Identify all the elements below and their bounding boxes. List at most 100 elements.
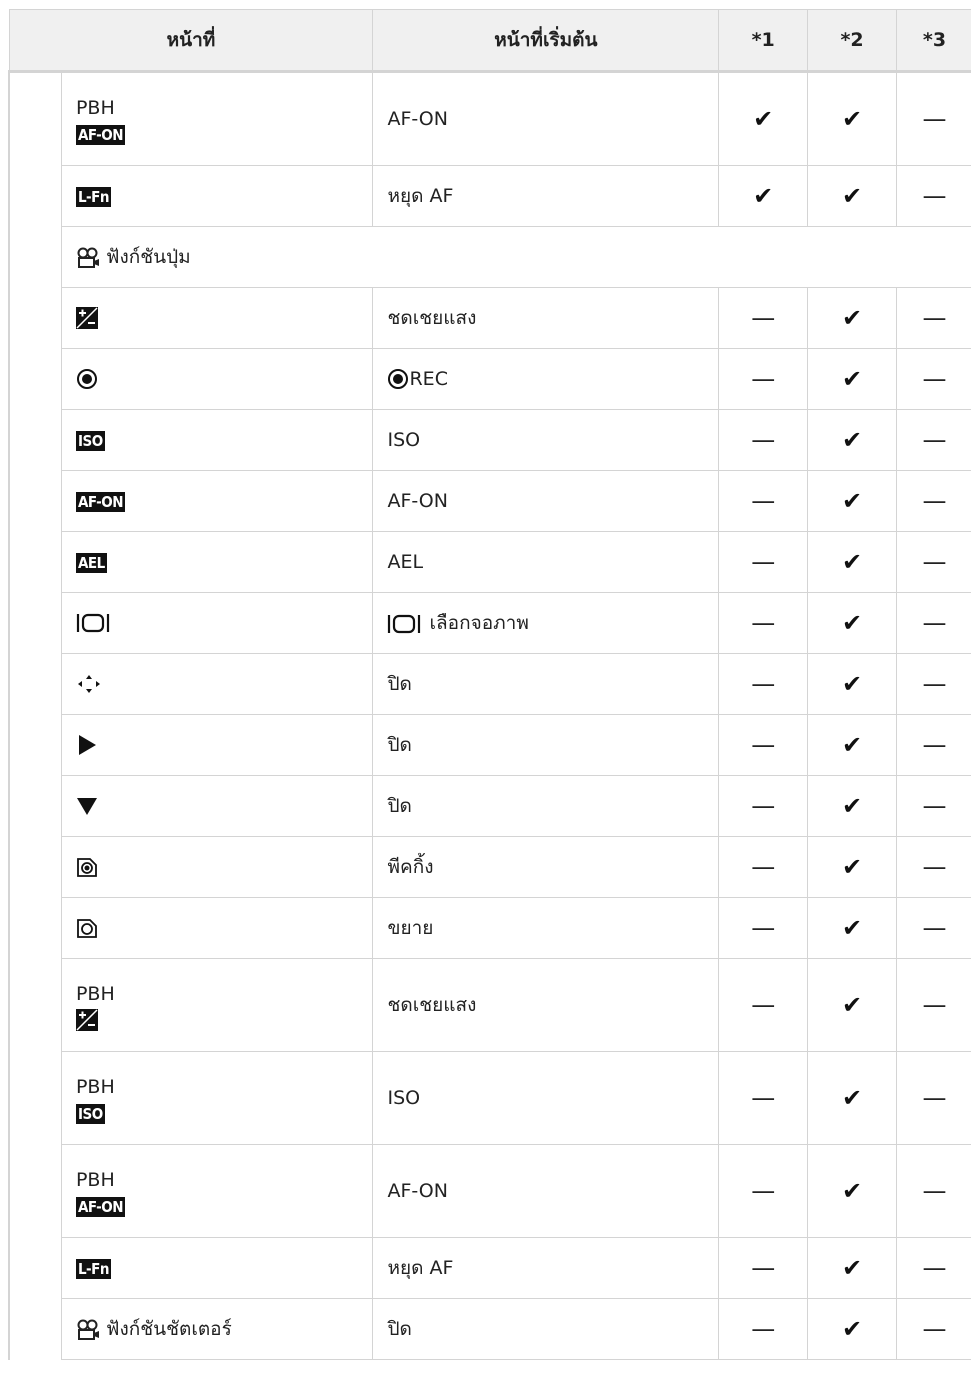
mark-m1: —	[718, 1298, 809, 1360]
default-cell: ชดเชยแสง	[372, 958, 720, 1052]
default-cell: AEL	[372, 531, 720, 593]
mark-m3: —	[895, 409, 971, 471]
mark-m1: —	[718, 592, 809, 654]
mark-m1: —	[718, 653, 809, 715]
magnify-icon	[77, 919, 97, 939]
function-cell: L-Fn	[60, 165, 374, 227]
mark-m1: —	[718, 470, 809, 532]
record-icon	[388, 369, 409, 390]
table-row: ISO ISO — ✔ —	[7, 409, 971, 471]
indent-cell	[7, 1051, 62, 1145]
indent-cell	[7, 836, 62, 898]
mark-m3: —	[895, 165, 971, 227]
indent-cell	[7, 348, 62, 410]
default-cell: ISO	[372, 409, 720, 471]
mark-m2: ✔	[807, 592, 897, 654]
table-row: ปิด — ✔ —	[7, 775, 971, 837]
table-row: PBH ชดเชยแสง — ✔ —	[7, 958, 971, 1052]
table-row: PBH AF-ON AF-ON ✔ ✔ —	[7, 71, 971, 166]
mark-m1: —	[718, 287, 809, 349]
mark-m3: —	[895, 1237, 971, 1299]
function-cell	[60, 836, 374, 898]
mark-m1: ✔	[718, 165, 809, 227]
indent-cell	[7, 226, 62, 288]
movie-icon	[77, 1319, 99, 1340]
mark-m3: —	[895, 714, 971, 776]
mark-m2: ✔	[807, 165, 897, 227]
function-cell	[60, 592, 374, 654]
default-cell: ชดเชยแสง	[372, 287, 720, 349]
indent-cell	[7, 592, 62, 654]
exposure-comp-icon	[75, 1009, 98, 1032]
default-cell: ปิด	[372, 653, 720, 715]
mark-m1: —	[718, 409, 809, 471]
header-m3: *3	[895, 9, 971, 73]
mark-m2: ✔	[807, 531, 897, 593]
indent-cell	[7, 958, 62, 1052]
mark-m3: —	[895, 836, 971, 898]
header-row: หน้าที่ หน้าที่เริ่มต้น *1 *2 *3	[8, 9, 971, 73]
table-row: AF-ON AF-ON — ✔ —	[7, 470, 971, 532]
function-cell	[60, 714, 374, 776]
function-cell: AF-ON	[60, 470, 374, 532]
l-fn-icon: L-Fn	[75, 1258, 111, 1279]
table-row: REC — ✔ —	[7, 348, 971, 410]
header-function: หน้าที่	[8, 9, 374, 73]
mark-m3: —	[895, 592, 971, 654]
table-row: ปิด — ✔ —	[7, 653, 971, 715]
indent-cell	[7, 71, 62, 166]
default-cell: AF-ON	[372, 1144, 720, 1238]
movie-icon	[77, 247, 99, 268]
function-cell: AEL	[60, 531, 374, 593]
mark-m2: ✔	[807, 775, 897, 837]
af-on-icon: AF-ON	[75, 1196, 126, 1217]
function-cell: PBH ISO	[60, 1051, 374, 1145]
indent-cell	[7, 1298, 62, 1360]
section-title: ฟังก์ชันชัตเตอร์	[60, 1298, 374, 1360]
arrow-pad-icon	[77, 675, 100, 694]
function-cell: L-Fn	[60, 1237, 374, 1299]
pbh-label: PBH	[75, 97, 115, 119]
default-label: เลือกจอภาพ	[429, 612, 529, 634]
mark-m2: ✔	[807, 470, 897, 532]
down-arrow-icon	[76, 798, 97, 816]
default-cell: ปิด	[372, 714, 720, 776]
indent-cell	[7, 1237, 62, 1299]
mark-m2: ✔	[807, 1237, 897, 1299]
function-cell: ISO	[60, 409, 374, 471]
default-cell: ปิด	[372, 775, 720, 837]
pbh-label: PBH	[75, 982, 115, 1005]
table-row: AEL AEL — ✔ —	[7, 531, 971, 593]
mark-m1: ✔	[718, 71, 809, 166]
iso-icon: ISO	[75, 1103, 105, 1124]
mark-m3: —	[895, 470, 971, 532]
table-row: L-Fn หยุด AF ✔ ✔ —	[7, 165, 971, 227]
header-default: หน้าที่เริ่มต้น	[372, 9, 720, 73]
mark-m3: —	[895, 958, 971, 1052]
iso-icon: ISO	[75, 430, 105, 451]
mark-m3: —	[895, 653, 971, 715]
mark-m2: ✔	[807, 1051, 897, 1145]
default-cell: AF-ON	[372, 71, 720, 166]
function-cell	[60, 348, 374, 410]
section-label: ฟังก์ชันชัตเตอร์	[106, 1318, 232, 1340]
right-arrow-icon	[78, 735, 96, 756]
l-fn-icon: L-Fn	[75, 186, 111, 207]
mark-m2: ✔	[807, 653, 897, 715]
peaking-icon	[77, 858, 97, 878]
pbh-label: PBH	[75, 1076, 115, 1098]
table-row: PBH AF-ON AF-ON — ✔ —	[7, 1144, 971, 1238]
mark-m2: ✔	[807, 409, 897, 471]
mark-m1: —	[718, 1237, 809, 1299]
default-cell: ปิด	[372, 1298, 720, 1360]
function-cell: PBH	[60, 958, 374, 1052]
mark-m2: ✔	[807, 71, 897, 166]
mark-m2: ✔	[807, 1144, 897, 1238]
indent-cell	[7, 165, 62, 227]
indent-cell	[7, 287, 62, 349]
indent-cell	[7, 775, 62, 837]
section-title: ฟังก์ชันปุ่ม	[60, 226, 971, 288]
mark-m1: —	[718, 714, 809, 776]
table-row: พีคกิ้ง — ✔ —	[7, 836, 971, 898]
indent-cell	[7, 409, 62, 471]
